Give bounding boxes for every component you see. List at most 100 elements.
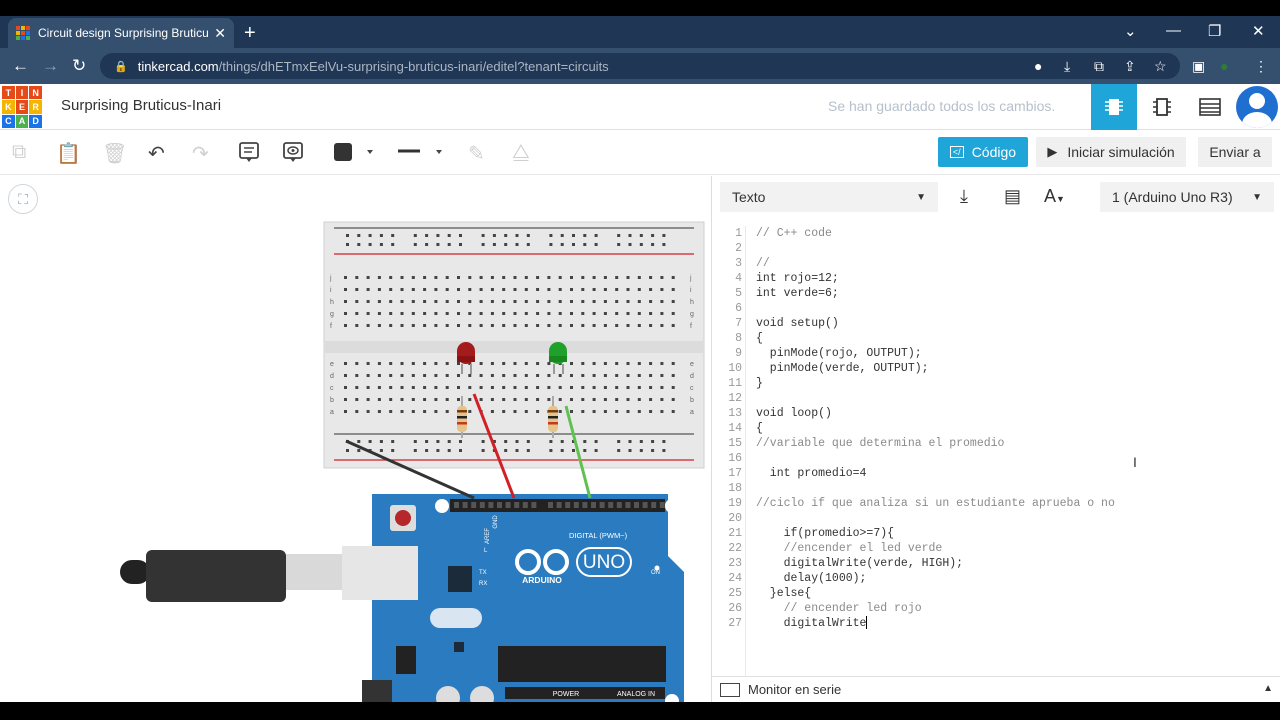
breadboard-hole[interactable]: [425, 440, 429, 443]
breadboard-hole[interactable]: [425, 449, 429, 452]
header-pin[interactable]: [505, 502, 511, 508]
breadboard-hole[interactable]: [594, 243, 598, 246]
breadboard-hole[interactable]: [536, 374, 540, 377]
breadboard-hole[interactable]: [536, 324, 540, 327]
breadboard-hole[interactable]: [504, 234, 508, 237]
breadboard-hole[interactable]: [377, 324, 381, 327]
breadboard-hole[interactable]: [671, 362, 675, 365]
breadboard-hole[interactable]: [366, 362, 370, 365]
breadboard-hole[interactable]: [536, 362, 540, 365]
breadboard-hole[interactable]: [492, 234, 496, 237]
breadboard-hole[interactable]: [389, 410, 393, 413]
breadboard-hole[interactable]: [490, 362, 494, 365]
breadboard-hole[interactable]: [536, 276, 540, 279]
breadboard-hole[interactable]: [626, 276, 630, 279]
breadboard-hole[interactable]: [355, 324, 359, 327]
breadboard-hole[interactable]: [651, 440, 655, 443]
breadboard-hole[interactable]: [615, 398, 619, 401]
breadboard-hole[interactable]: [547, 398, 551, 401]
breadboard-hole[interactable]: [628, 449, 632, 452]
breadboard-hole[interactable]: [570, 410, 573, 413]
breadboard-hole[interactable]: [389, 324, 393, 327]
breadboard-hole[interactable]: [423, 300, 427, 303]
breadboard-hole[interactable]: [526, 243, 530, 246]
breadboard-hole[interactable]: [560, 449, 564, 452]
breadboard-hole[interactable]: [570, 386, 573, 389]
breadboard-hole[interactable]: [366, 398, 370, 401]
breadboard-hole[interactable]: [445, 410, 449, 413]
breadboard-hole[interactable]: [445, 386, 449, 389]
breadboard-hole[interactable]: [603, 410, 607, 413]
breadboard-hole[interactable]: [536, 398, 540, 401]
breadboard-hole[interactable]: [671, 324, 675, 327]
breadboard-hole[interactable]: [344, 398, 347, 401]
header-pin[interactable]: [651, 502, 657, 508]
breadboard-hole[interactable]: [481, 234, 485, 237]
breadboard-hole[interactable]: [445, 300, 449, 303]
header-pin[interactable]: [454, 502, 459, 508]
breadboard-hole[interactable]: [637, 324, 641, 327]
breadboard-hole[interactable]: [423, 312, 427, 315]
breadboard-hole[interactable]: [662, 234, 666, 237]
breadboard-hole[interactable]: [490, 398, 494, 401]
header-pin[interactable]: [599, 502, 605, 508]
breadboard-hole[interactable]: [344, 410, 347, 413]
header-pin[interactable]: [642, 502, 648, 508]
breadboard-hole[interactable]: [468, 410, 472, 413]
breadboard-hole[interactable]: [502, 288, 506, 291]
breadboard-hole[interactable]: [536, 410, 540, 413]
start-simulation-button[interactable]: ▶ Iniciar simulación: [1036, 137, 1186, 167]
new-tab-button[interactable]: +: [244, 22, 256, 45]
breadboard-hole[interactable]: [626, 398, 630, 401]
header-pin[interactable]: [659, 502, 665, 508]
breadboard-hole[interactable]: [468, 386, 472, 389]
breadboard-hole[interactable]: [346, 243, 349, 246]
breadboard-hole[interactable]: [379, 234, 383, 237]
breadboard-hole[interactable]: [434, 312, 438, 315]
breadboard-hole[interactable]: [344, 312, 347, 315]
breadboard-hole[interactable]: [637, 300, 641, 303]
breadboard-hole[interactable]: [344, 276, 347, 279]
breadboard-hole[interactable]: [572, 449, 575, 452]
breadboard-hole[interactable]: [355, 398, 359, 401]
breadboard-hole[interactable]: [344, 374, 347, 377]
breadboard-hole[interactable]: [490, 300, 494, 303]
breadboard-hole[interactable]: [391, 234, 395, 237]
breadboard-hole[interactable]: [445, 398, 449, 401]
breadboard-hole[interactable]: [457, 276, 460, 279]
breadboard-hole[interactable]: [366, 300, 370, 303]
breadboard-hole[interactable]: [447, 449, 451, 452]
breadboard-hole[interactable]: [490, 374, 494, 377]
breadboard-hole[interactable]: [355, 362, 359, 365]
breadboard-hole[interactable]: [639, 449, 643, 452]
breadboard-hole[interactable]: [660, 374, 664, 377]
breadboard-hole[interactable]: [346, 449, 349, 452]
breadboard-hole[interactable]: [436, 449, 440, 452]
breadboard-hole[interactable]: [502, 312, 506, 315]
breadboard-hole[interactable]: [357, 243, 361, 246]
breadboard-hole[interactable]: [671, 312, 675, 315]
breadboard-hole[interactable]: [445, 288, 449, 291]
redo-icon[interactable]: ↷: [192, 141, 209, 166]
breadboard-hole[interactable]: [637, 374, 641, 377]
breadboard-hole[interactable]: [400, 288, 404, 291]
breadboard-hole[interactable]: [592, 410, 596, 413]
breadboard-hole[interactable]: [502, 386, 506, 389]
breadboard-hole[interactable]: [366, 324, 370, 327]
breadboard-hole[interactable]: [389, 374, 393, 377]
breadboard-hole[interactable]: [649, 398, 653, 401]
breadboard-hole[interactable]: [377, 300, 381, 303]
breadboard-hole[interactable]: [368, 234, 372, 237]
breadboard-hole[interactable]: [377, 374, 381, 377]
breadboard-hole[interactable]: [637, 386, 641, 389]
breadboard-hole[interactable]: [649, 288, 653, 291]
breadboard-hole[interactable]: [513, 312, 517, 315]
breadboard-hole[interactable]: [637, 312, 641, 315]
breadboard-hole[interactable]: [626, 300, 630, 303]
color-picker-icon[interactable]: [333, 141, 377, 169]
breadboard-hole[interactable]: [547, 300, 551, 303]
breadboard-hole[interactable]: [344, 288, 347, 291]
breadboard[interactable]: j ji ih hg gf fe ed dc cb ba a: [323, 221, 705, 469]
breadboard-hole[interactable]: [524, 324, 528, 327]
breadboard-hole[interactable]: [445, 374, 449, 377]
